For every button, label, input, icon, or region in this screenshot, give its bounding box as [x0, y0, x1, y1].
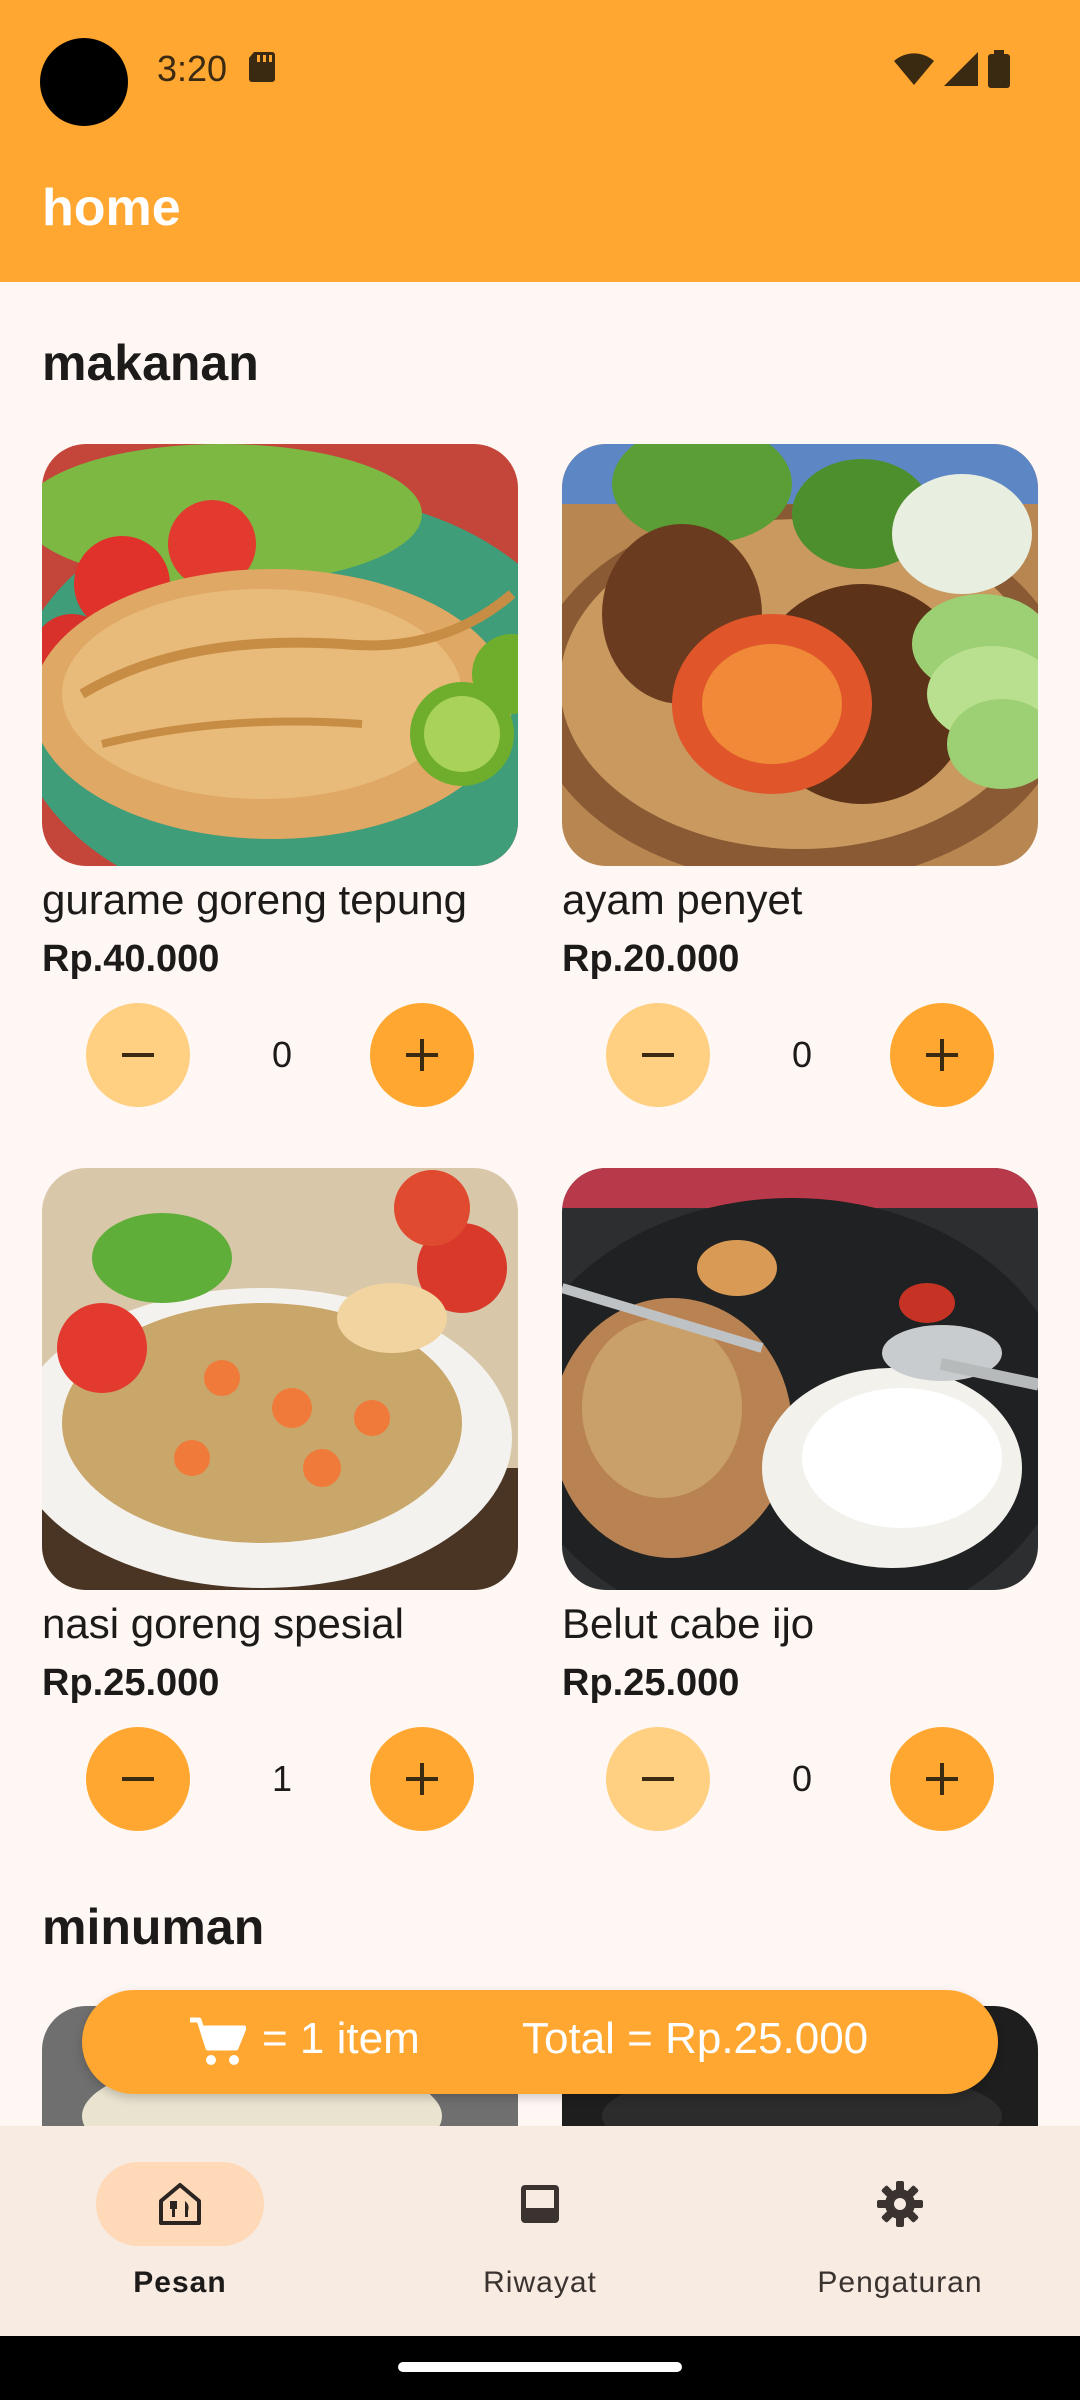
- quantity-value: 0: [791, 1034, 813, 1075]
- nav-indicator: [96, 2162, 264, 2246]
- nav-item-riwayat[interactable]: Riwayat: [400, 2162, 700, 2312]
- bottom-navigation: Pesan Riwayat Pengaturan: [0, 2126, 1080, 2336]
- food-image-belut[interactable]: [562, 1168, 1038, 1590]
- food-image-nasi-goreng[interactable]: [42, 1168, 518, 1590]
- quantity-value: 0: [791, 1758, 813, 1799]
- home-gesture-handle[interactable]: [398, 2362, 682, 2372]
- plus-icon: [926, 1039, 958, 1071]
- decrease-button[interactable]: [86, 1003, 190, 1107]
- cart-total: Total = Rp.25.000: [522, 2014, 869, 2063]
- food-price: Rp.20.000: [562, 938, 740, 980]
- food-card: gurame goreng tepung Rp.40.000 0: [42, 444, 518, 1107]
- plus-icon: [406, 1763, 438, 1795]
- food-price: Rp.25.000: [42, 1662, 220, 1704]
- nav-indicator: [816, 2162, 984, 2246]
- signal-icon: [944, 52, 978, 86]
- increase-button[interactable]: [370, 1727, 474, 1831]
- increase-button[interactable]: [370, 1003, 474, 1107]
- nav-item-pesan[interactable]: Pesan: [40, 2162, 340, 2312]
- status-icons: [894, 50, 1010, 88]
- food-image-ayam-penyet[interactable]: [562, 444, 1038, 866]
- section-title-makanan: makanan: [42, 335, 259, 391]
- nav-label: Pesan: [133, 2266, 227, 2299]
- page-title: home: [42, 179, 181, 237]
- minus-icon: [642, 1777, 674, 1781]
- minus-icon: [122, 1053, 154, 1057]
- nav-indicator: [456, 2162, 624, 2246]
- quantity-value: 1: [271, 1758, 293, 1799]
- app-header: 3:20 home: [0, 0, 1080, 282]
- quantity-stepper: 1: [42, 1727, 518, 1831]
- food-name: gurame goreng tepung: [42, 876, 467, 923]
- minus-icon: [122, 1777, 154, 1781]
- sd-card-icon: [249, 52, 275, 82]
- battery-icon: [988, 50, 1010, 88]
- gear-icon: [877, 2181, 923, 2227]
- decrease-button[interactable]: [606, 1727, 710, 1831]
- food-name: ayam penyet: [562, 876, 803, 923]
- food-name: Belut cabe ijo: [562, 1600, 815, 1647]
- food-image-gurame[interactable]: [42, 444, 518, 866]
- shopping-cart-icon: [190, 2017, 246, 2065]
- restaurant-home-icon: [159, 2183, 201, 2225]
- quantity-value: 0: [271, 1034, 293, 1075]
- increase-button[interactable]: [890, 1003, 994, 1107]
- plus-icon: [926, 1763, 958, 1795]
- decrease-button[interactable]: [606, 1003, 710, 1107]
- nav-label: Riwayat: [483, 2266, 597, 2299]
- food-price: Rp.40.000: [42, 938, 220, 980]
- food-card: ayam penyet Rp.20.000 0: [562, 444, 1038, 1107]
- nav-item-pengaturan[interactable]: Pengaturan: [760, 2162, 1060, 2312]
- quantity-stepper: 0: [562, 1003, 1038, 1107]
- increase-button[interactable]: [890, 1727, 994, 1831]
- plus-icon: [406, 1039, 438, 1071]
- cart-summary-button[interactable]: = 1 item Total = Rp.25.000: [82, 1990, 998, 2094]
- section-title-minuman: minuman: [42, 1899, 265, 1955]
- wifi-icon: [894, 53, 934, 85]
- camera-cutout: [40, 38, 128, 126]
- food-card: nasi goreng spesial Rp.25.000 1: [42, 1168, 518, 1831]
- inbox-icon: [521, 2185, 559, 2223]
- food-card: Belut cabe ijo Rp.25.000 0: [562, 1168, 1038, 1831]
- decrease-button[interactable]: [86, 1727, 190, 1831]
- cart-item-count: = 1 item: [262, 2014, 420, 2063]
- minus-icon: [642, 1053, 674, 1057]
- food-name: nasi goreng spesial: [42, 1600, 404, 1647]
- quantity-stepper: 0: [42, 1003, 518, 1107]
- nav-label: Pengaturan: [817, 2266, 983, 2299]
- food-price: Rp.25.000: [562, 1662, 740, 1704]
- quantity-stepper: 0: [562, 1727, 1038, 1831]
- status-time: 3:20: [157, 48, 228, 89]
